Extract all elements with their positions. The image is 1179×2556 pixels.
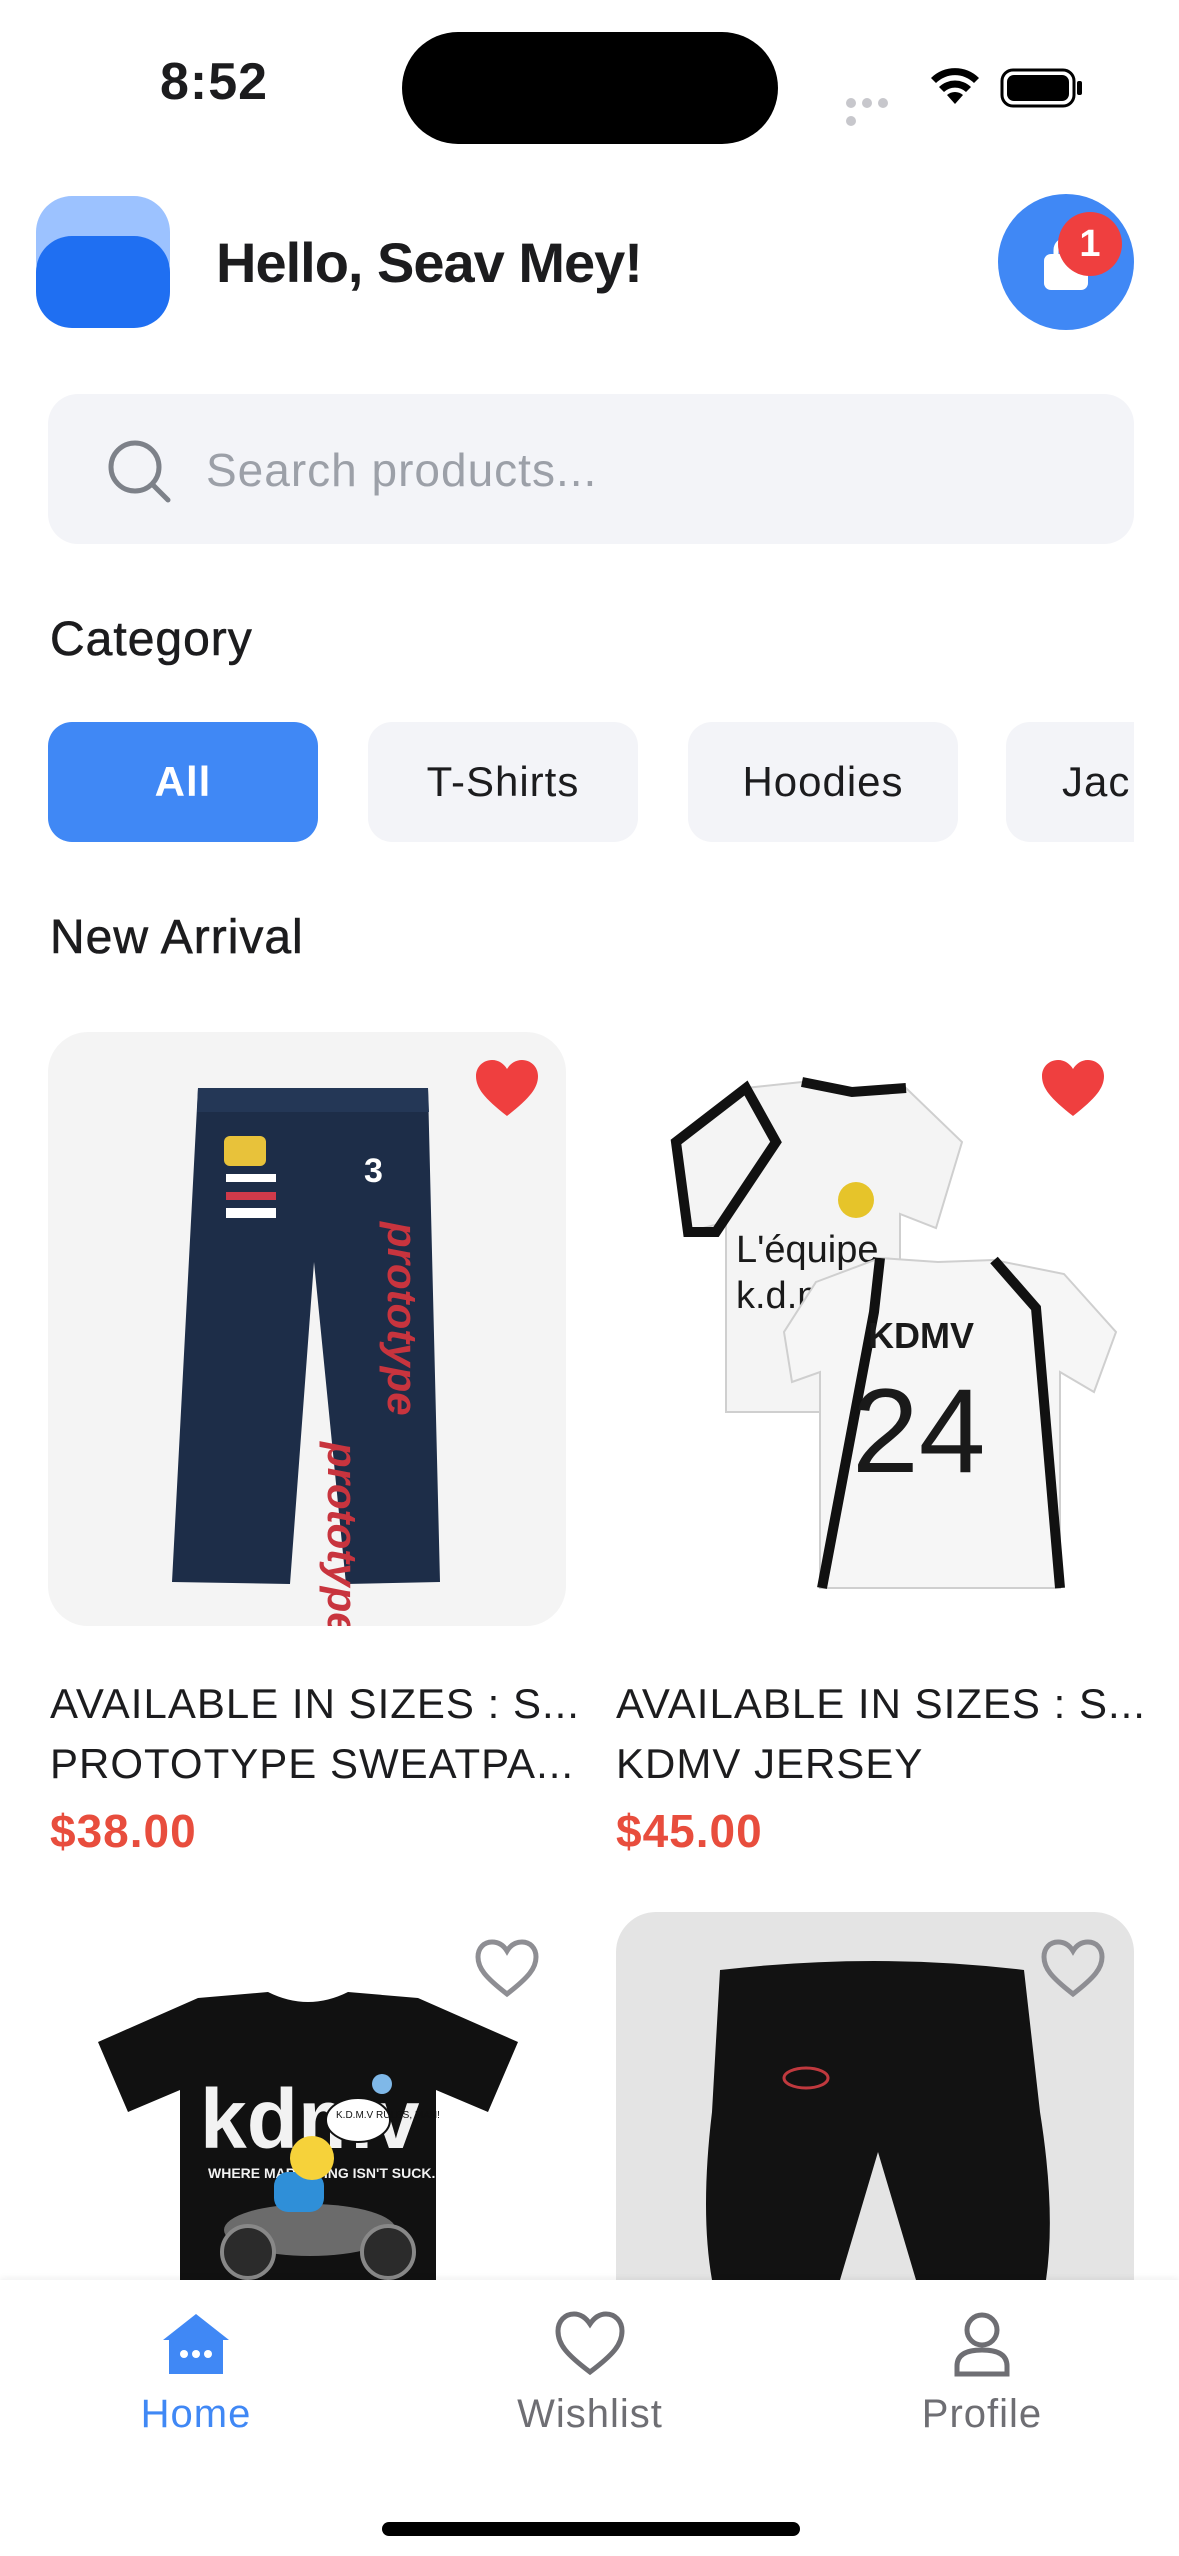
nav-home[interactable]: Home <box>66 2310 326 2437</box>
nav-wishlist-label: Wishlist <box>517 2392 663 2436</box>
product-image-jersey[interactable]: L'équipe k.d.m.v KDMV 24 <box>616 1032 1134 1626</box>
app-logo <box>36 196 170 328</box>
product-2-sizes: AVAILABLE IN SIZES : S... <box>616 1680 1146 1727</box>
chip-jackets[interactable]: Jac <box>1006 722 1134 842</box>
jersey-photo: L'équipe k.d.m.v KDMV 24 <box>670 1077 1118 1589</box>
search-input[interactable] <box>204 434 1088 506</box>
dynamic-island <box>402 32 778 144</box>
svg-text:prototype: prototype <box>379 1221 426 1416</box>
product-1-name: PROTOTYPE SWEATPA... <box>50 1740 575 1787</box>
status-time: 8:52 <box>160 53 269 111</box>
heart-filled-icon[interactable] <box>474 1058 540 1118</box>
greeting-title: Hello, Seav Mey! <box>216 231 643 294</box>
user-icon <box>954 2312 1010 2377</box>
chip-hoodies[interactable]: Hoodies <box>688 722 958 842</box>
product-2-price: $45.00 <box>616 1805 763 1857</box>
nav-profile-label: Profile <box>921 2392 1043 2436</box>
signal-icon <box>846 95 906 126</box>
bottom-navigation: Home Wishlist Profile <box>0 2280 1179 2556</box>
new-arrival-title: New Arrival <box>50 911 304 965</box>
heart-outline-icon[interactable] <box>1040 1938 1106 1998</box>
sweatpants-photo: prototype prototype 3 <box>172 1088 440 1626</box>
cart-badge: 1 <box>1058 212 1122 276</box>
category-chips: All T-Shirts Hoodies Jac <box>48 722 1134 844</box>
svg-text:K.D.M.V RULES, MAN!: K.D.M.V RULES, MAN! <box>336 2110 440 2121</box>
home-icon <box>163 2314 229 2374</box>
search-bar[interactable] <box>48 394 1134 544</box>
heart-filled-icon[interactable] <box>1040 1058 1106 1118</box>
svg-text:3: 3 <box>364 1152 383 1190</box>
home-indicator <box>382 2522 800 2536</box>
svg-text:KDMV: KDMV <box>868 1315 974 1356</box>
svg-text:L'équipe: L'équipe <box>736 1229 879 1271</box>
battery-icon <box>1000 68 1082 108</box>
nav-profile[interactable]: Profile <box>852 2310 1112 2437</box>
wifi-icon <box>931 68 979 104</box>
product-1-sizes: AVAILABLE IN SIZES : S... <box>50 1680 580 1727</box>
chip-all[interactable]: All <box>48 722 318 842</box>
product-image-sweatpants[interactable]: prototype prototype 3 <box>48 1032 566 1626</box>
chip-t-shirts[interactable]: T-Shirts <box>368 722 638 842</box>
nav-wishlist[interactable]: Wishlist <box>460 2310 720 2437</box>
svg-text:prototype: prototype <box>319 1441 366 1626</box>
heart-outline-icon[interactable] <box>474 1938 540 1998</box>
svg-text:24: 24 <box>852 1364 985 1498</box>
nav-home-label: Home <box>140 2392 252 2436</box>
category-title: Category <box>50 613 253 667</box>
product-2-name: KDMV JERSEY <box>616 1740 924 1787</box>
heart-outline-icon <box>555 2311 625 2376</box>
product-1-price: $38.00 <box>50 1805 197 1857</box>
search-icon <box>108 440 171 503</box>
